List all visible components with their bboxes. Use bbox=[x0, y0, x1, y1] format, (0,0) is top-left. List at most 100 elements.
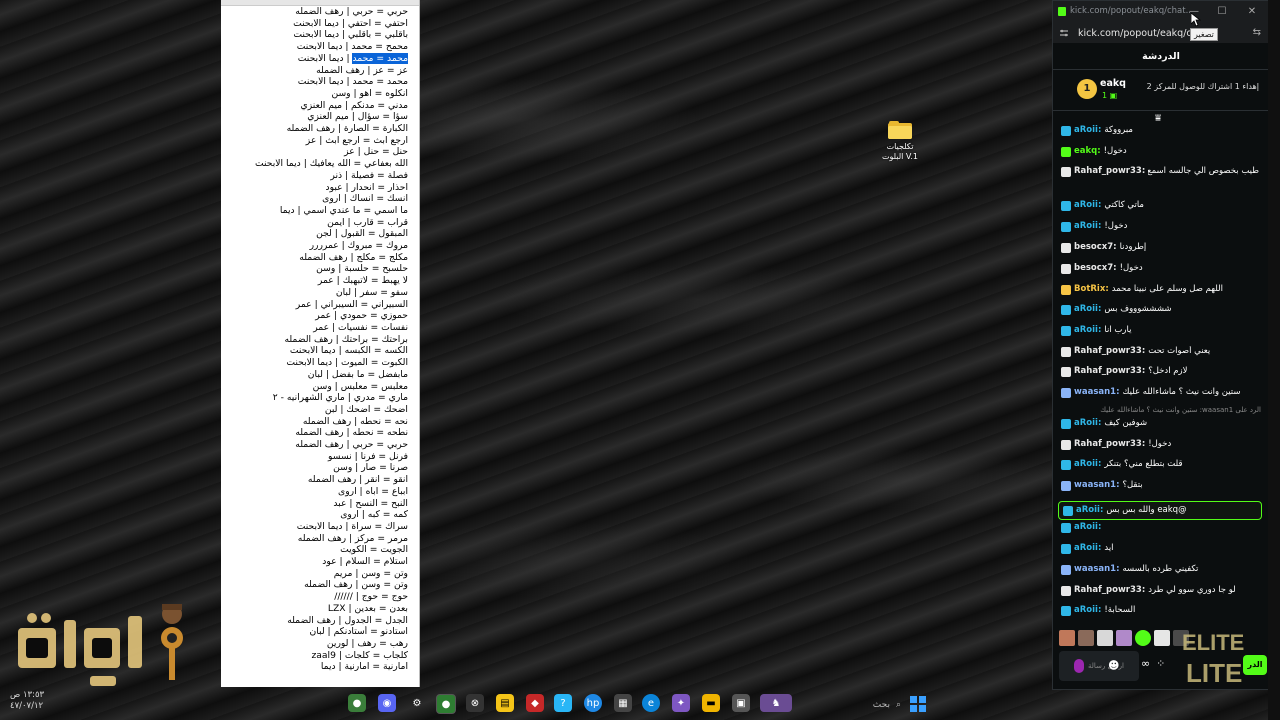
chat-input[interactable]: ارسل رسالة bbox=[1059, 651, 1139, 681]
emote[interactable] bbox=[1078, 630, 1094, 646]
chat-message[interactable]: eakq: دخول! bbox=[1061, 146, 1259, 157]
editor-line[interactable]: ارجع ابث = ارجع ابث | عز bbox=[221, 135, 419, 147]
editor-line[interactable]: استادنو = أستادنكم | لبان bbox=[221, 626, 419, 638]
editor-line[interactable]: محمد = محمد | ديما الابحنت bbox=[221, 76, 419, 88]
chat-username[interactable]: aRoii: bbox=[1074, 304, 1101, 315]
editor-line[interactable]: اضحك = اضحك | لبن bbox=[221, 404, 419, 416]
edge-icon[interactable]: e bbox=[642, 694, 660, 712]
system-clock[interactable]: ١٣:٥٣ ص ٤٧/٠٧/١٢ bbox=[10, 690, 44, 712]
editor-line[interactable]: احذار = انحدار | عبود bbox=[221, 182, 419, 194]
hp-icon[interactable]: hp bbox=[584, 694, 602, 712]
editor-line[interactable]: محمد = محمد | ديما الابحنت bbox=[221, 52, 419, 65]
chat-username[interactable]: besocx7: bbox=[1074, 242, 1117, 253]
editor-line[interactable]: وتن = وسن | مريم bbox=[221, 568, 419, 580]
editor-line[interactable]: سؤا = سؤال | ميم العنزي bbox=[221, 111, 419, 123]
text-editor-panel[interactable]: حربي = حربي | رهف الضمله احتفي = احتفي | … bbox=[221, 0, 420, 687]
editor-line[interactable]: ابباع = اباه | اروى bbox=[221, 486, 419, 498]
editor-line[interactable]: الجويت = الكويت bbox=[221, 544, 419, 556]
pin-icon[interactable]: ⩸ bbox=[1155, 113, 1161, 124]
chat-username[interactable]: waasan1: bbox=[1074, 564, 1119, 575]
chat-username[interactable]: eakq: bbox=[1074, 146, 1101, 157]
notes-icon[interactable]: ▤ bbox=[496, 694, 514, 712]
chat-username[interactable]: aRoii: bbox=[1074, 325, 1101, 336]
editor-line[interactable]: حربي = حربي | رهف الضمله bbox=[221, 439, 419, 451]
editor-line[interactable]: وتن = وسن | رهف الضمله bbox=[221, 579, 419, 591]
chat-message[interactable]: waasan1: بتقل؟ bbox=[1061, 480, 1259, 491]
emote[interactable] bbox=[1059, 630, 1075, 646]
editor-line[interactable]: حربي = حربي | رهف الضمله bbox=[221, 6, 419, 18]
chat-message[interactable]: waasan1: ستين وانت نيث ؟ ماشاءالله عليك bbox=[1061, 387, 1259, 398]
editor-line[interactable]: الله بعفاعي = الله يعافيك | ديما الابحنت bbox=[221, 158, 419, 170]
sub-goal-banner[interactable]: 1 eakq 1 ▣ إهداء 1 اشتراك للوصول للمركز … bbox=[1053, 70, 1269, 111]
chat-message[interactable]: aRoii: دخول! bbox=[1061, 221, 1259, 232]
chat-username[interactable]: waasan1: bbox=[1074, 387, 1119, 398]
editor-line[interactable]: حموزي = حمودي | عمر bbox=[221, 310, 419, 322]
editor-line[interactable]: الكسه = الكبسه | ديما الابحنت bbox=[221, 345, 419, 357]
emote[interactable] bbox=[1097, 630, 1113, 646]
address-bar[interactable]: kick.com/popout/eakq/chat ⇆ bbox=[1053, 23, 1269, 43]
windows-start-icon[interactable] bbox=[910, 696, 926, 712]
editor-line[interactable]: بعدن = بعدين | LZX bbox=[221, 603, 419, 615]
chat-username[interactable]: Rahaf_powr33: bbox=[1074, 439, 1145, 450]
emoji-icon[interactable]: ☻ bbox=[1108, 659, 1119, 672]
editor-line[interactable]: كلجاب = كلجات | zaal9 bbox=[221, 650, 419, 662]
game-icon[interactable]: ♞ bbox=[760, 694, 792, 712]
help-icon[interactable]: ? bbox=[554, 694, 572, 712]
chat-username[interactable]: aRoii: bbox=[1074, 522, 1101, 533]
editor-line[interactable]: حوج = حوج | ////// bbox=[221, 591, 419, 603]
chat-username[interactable]: Rahaf_powr33: bbox=[1074, 366, 1145, 377]
editor-line[interactable]: سراك = سراة | ديما الابحنت bbox=[221, 521, 419, 533]
editor-line[interactable]: مابفضل = ما بفضل | لبان bbox=[221, 369, 419, 381]
chat-username[interactable]: aRoii: bbox=[1074, 221, 1101, 232]
chat-username[interactable]: aRoii: bbox=[1076, 505, 1103, 516]
editor-line[interactable]: براحتك = براحتك | رهف الضمله bbox=[221, 334, 419, 346]
taskbar-search[interactable]: بحث ⌕ bbox=[797, 697, 901, 713]
chat-username[interactable]: aRoii: bbox=[1074, 418, 1101, 429]
chat-username[interactable]: aRoii: bbox=[1074, 459, 1101, 470]
editor-line[interactable]: الكبوت = الميوت | ديما الابحنت bbox=[221, 357, 419, 369]
editor-line[interactable]: كمه = كبه | اروى bbox=[221, 509, 419, 521]
copilot-icon[interactable]: ✦ bbox=[672, 694, 690, 712]
chat-username[interactable]: aRoii: bbox=[1074, 605, 1101, 616]
chat-message[interactable]: aRoii: يارب انا bbox=[1061, 325, 1259, 336]
editor-line[interactable]: السبيراني = السيبراني | عمر bbox=[221, 299, 419, 311]
editor-line[interactable]: عز = عز | رهف الضمله bbox=[221, 65, 419, 77]
chat-message[interactable]: aRoii: السحابة! bbox=[1061, 605, 1259, 616]
chat-message[interactable]: Rahaf_powr33: لازم ادخل؟ bbox=[1061, 366, 1259, 377]
editor-line[interactable]: باقلبي = باقلبي | ديما الابحنت bbox=[221, 29, 419, 41]
chat-message[interactable]: BotRix: اللهم صل وسلم على نبينا محمد bbox=[1061, 284, 1259, 295]
chat-message[interactable]: aRoii: @eakq والله بس بس bbox=[1058, 501, 1262, 520]
chat-username[interactable]: Rahaf_powr33: bbox=[1074, 166, 1145, 177]
editor-line[interactable]: معلبس = معلبس | وسن bbox=[221, 381, 419, 393]
chrome-icon[interactable]: ● bbox=[348, 694, 366, 712]
editor-line[interactable]: سفو = سفر | لبان bbox=[221, 287, 419, 299]
chrome-icon[interactable]: ● bbox=[436, 694, 456, 714]
editor-line[interactable]: قراب = قارب | ايمن bbox=[221, 217, 419, 229]
editor-line[interactable]: انسك = انساك | اروى bbox=[221, 193, 419, 205]
desktop-folder[interactable]: تكلجيات V.1 البلوت bbox=[878, 121, 922, 162]
editor-line[interactable]: انقو = انقر | رهف الضمله bbox=[221, 474, 419, 486]
chat-username[interactable]: besocx7: bbox=[1074, 263, 1117, 274]
editor-line[interactable]: المبقول = القبول | لجن bbox=[221, 228, 419, 240]
editor-text-area[interactable]: حربي = حربي | رهف الضمله احتفي = احتفي | … bbox=[221, 6, 419, 673]
chat-message[interactable]: aRoii: ماتي كاكتي bbox=[1061, 200, 1259, 211]
chat-username[interactable]: Rahaf_powr33: bbox=[1074, 346, 1145, 357]
close-button[interactable]: ✕ bbox=[1245, 5, 1259, 19]
xbox-icon[interactable]: ⊗ bbox=[466, 694, 484, 712]
editor-line[interactable]: امارنية = امارنية | ديما bbox=[221, 661, 419, 673]
antivirus-icon[interactable]: ◆ bbox=[526, 694, 544, 712]
editor-line[interactable]: استلام = السلام | عود bbox=[221, 556, 419, 568]
editor-line[interactable]: مدني = مدنكم | ميم العنزي bbox=[221, 100, 419, 112]
emote[interactable] bbox=[1135, 630, 1151, 646]
editor-line[interactable]: رهب = رهف | لورين bbox=[221, 638, 419, 650]
settings-icon[interactable]: ⚙ bbox=[408, 694, 426, 712]
dots-icon[interactable]: ⁘ bbox=[1156, 657, 1165, 670]
editor-line[interactable]: لا يهبط = لاتبهبك | عمر bbox=[221, 275, 419, 287]
editor-line[interactable]: حلسبح = حلسبة | وسن bbox=[221, 263, 419, 275]
store-icon[interactable]: ▦ bbox=[614, 694, 632, 712]
file-explorer-icon[interactable]: ▬ bbox=[702, 694, 720, 712]
chat-username[interactable]: aRoii: bbox=[1074, 125, 1101, 136]
chat-message[interactable]: aRoii: bbox=[1061, 522, 1259, 533]
chat-message[interactable]: waasan1: تكفيني طرده بالسسه bbox=[1061, 564, 1259, 575]
chat-username[interactable]: waasan1: bbox=[1074, 480, 1119, 491]
